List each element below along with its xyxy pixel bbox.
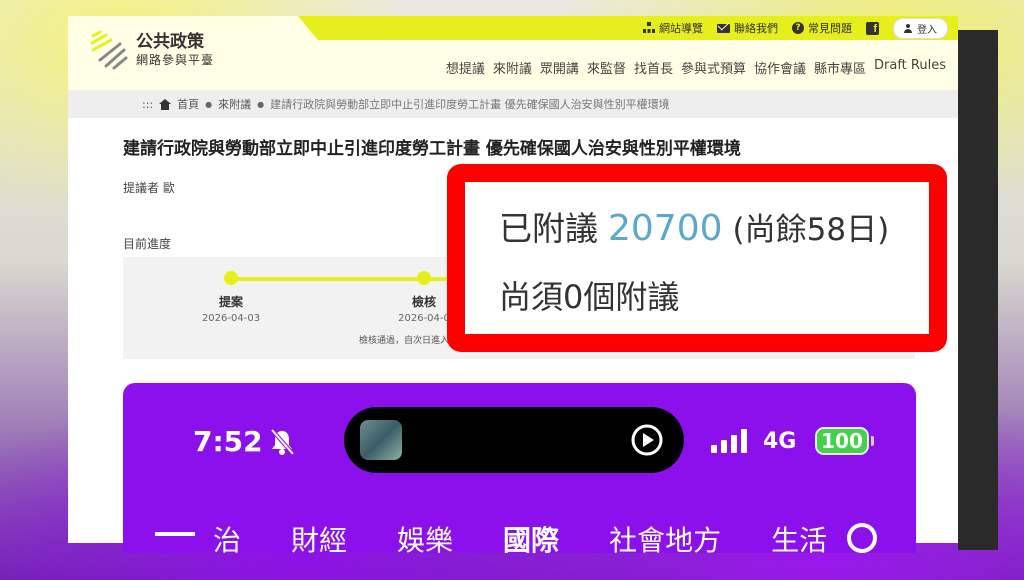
progress-label: 目前進度 bbox=[123, 237, 172, 251]
battery-indicator: 100 bbox=[815, 427, 869, 455]
dynamic-island bbox=[344, 407, 684, 473]
news-nav-item[interactable]: 生活 bbox=[771, 519, 827, 553]
status-time: 7:52 bbox=[193, 425, 263, 458]
breadcrumb-separator: ● bbox=[205, 99, 213, 109]
logo-subtitle: 網路參與平臺 bbox=[136, 53, 215, 67]
breadcrumb-home[interactable]: 首頁 bbox=[177, 96, 199, 112]
nav-item-counties[interactable]: 縣市專區 bbox=[814, 58, 866, 77]
nav-item-officials[interactable]: 找首長 bbox=[634, 58, 673, 77]
site-header: 網站導覽 聯絡我們 ? 常見問題 f 登入 公共政策 網路參與平臺 想提議 來附… bbox=[68, 16, 958, 90]
signal-icon bbox=[711, 429, 747, 453]
callout-body: 已附議 20700 (尚餘58日) 尚須0個附議 bbox=[465, 182, 929, 334]
network-type: 4G bbox=[763, 429, 797, 454]
top-link-contact[interactable]: 聯絡我們 bbox=[717, 20, 778, 36]
logo-text: 公共政策 網路參與平臺 bbox=[136, 32, 214, 68]
news-nav: 治 財經 娛樂 國際 社會地方 生活 bbox=[213, 519, 827, 553]
site-logo[interactable]: 公共政策 網路參與平臺 bbox=[90, 30, 214, 70]
user-icon bbox=[904, 23, 912, 33]
play-icon[interactable] bbox=[630, 423, 664, 457]
nav-item-endorse[interactable]: 來附議 bbox=[493, 58, 532, 77]
menu-icon[interactable] bbox=[155, 532, 195, 536]
facebook-icon[interactable]: f bbox=[866, 21, 879, 35]
endorsement-highlight: 已附議 20700 (尚餘58日) 尚須0個附議 bbox=[447, 164, 947, 352]
step-label-propose: 提案 bbox=[218, 295, 244, 309]
nav-item-discuss[interactable]: 眾開講 bbox=[540, 58, 579, 77]
home-icon bbox=[159, 98, 172, 110]
proposer-label: 提議者 歐 bbox=[123, 181, 175, 195]
nav-item-draft-rules[interactable]: Draft Rules bbox=[874, 58, 946, 77]
news-nav-item-active[interactable]: 國際 bbox=[503, 519, 559, 553]
logo-icon bbox=[90, 30, 128, 70]
breadcrumb: ::: 首頁 ● 來附議 ● 建請行政院與勞動部立即中止引進印度勞工計畫 優先確… bbox=[68, 90, 958, 118]
step-label-review: 檢核 bbox=[411, 295, 437, 309]
days-remaining: (尚餘58日) bbox=[732, 212, 890, 248]
step-date-review: 2026-04-0 bbox=[398, 313, 450, 324]
progress-step-dot bbox=[224, 271, 238, 285]
step-date-propose: 2026-04-03 bbox=[201, 313, 261, 324]
login-button[interactable]: 登入 bbox=[893, 17, 948, 39]
main-nav: 想提議 來附議 眾開講 來監督 找首長 參與式預算 協作會議 縣市專區 Draf… bbox=[446, 58, 946, 77]
breadcrumb-separator: ● bbox=[257, 99, 265, 109]
endorsed-prefix: 已附議 bbox=[499, 209, 598, 248]
endorsement-count-line: 已附議 20700 (尚餘58日) bbox=[499, 202, 889, 250]
sitemap-icon bbox=[643, 22, 655, 34]
top-link-faq[interactable]: ? 常見問題 bbox=[792, 20, 852, 36]
top-link-sitemap[interactable]: 網站導覽 bbox=[643, 20, 703, 36]
bell-muted-icon bbox=[270, 428, 295, 456]
help-icon: ? bbox=[792, 22, 804, 34]
breadcrumb-section[interactable]: 來附議 bbox=[218, 96, 251, 112]
phone-screenshot: 7:52 4G 100 治 財經 娛樂 國際 社會地方 生活 bbox=[123, 383, 916, 553]
top-links: 網站導覽 聯絡我們 ? 常見問題 f 登入 bbox=[643, 17, 948, 39]
endorsements-needed: 尚須0個附議 bbox=[499, 278, 680, 316]
progress-step-dot bbox=[417, 271, 431, 285]
page-title: 建請行政院與勞動部立即中止引進印度勞工計畫 優先確保國人治安與性別平權環境 bbox=[123, 139, 741, 159]
breadcrumb-dots: ::: bbox=[142, 97, 154, 111]
nav-item-meetings[interactable]: 協作會議 bbox=[754, 58, 806, 77]
logo-title: 公共政策 bbox=[136, 32, 204, 52]
breadcrumb-current: 建請行政院與勞動部立即中止引進印度勞工計畫 優先確保國人治安與性別平權環境 bbox=[270, 98, 670, 111]
news-nav-item[interactable]: 社會地方 bbox=[609, 519, 721, 553]
battery-tip bbox=[871, 436, 874, 446]
nav-item-budget[interactable]: 參與式預算 bbox=[681, 58, 746, 77]
media-thumbnail bbox=[360, 420, 402, 460]
nav-item-monitor[interactable]: 來監督 bbox=[587, 58, 626, 77]
news-nav-item[interactable]: 財經 bbox=[291, 519, 347, 553]
endorsement-count: 20700 bbox=[608, 208, 723, 249]
news-nav-item[interactable]: 治 bbox=[213, 519, 241, 553]
search-icon[interactable] bbox=[847, 523, 877, 553]
step-note: 檢核通過，自次日進入 bbox=[359, 336, 450, 346]
nav-item-propose[interactable]: 想提議 bbox=[446, 58, 485, 77]
news-nav-item[interactable]: 娛樂 bbox=[397, 519, 453, 553]
mail-icon bbox=[717, 23, 730, 33]
background-shadow bbox=[958, 30, 998, 550]
